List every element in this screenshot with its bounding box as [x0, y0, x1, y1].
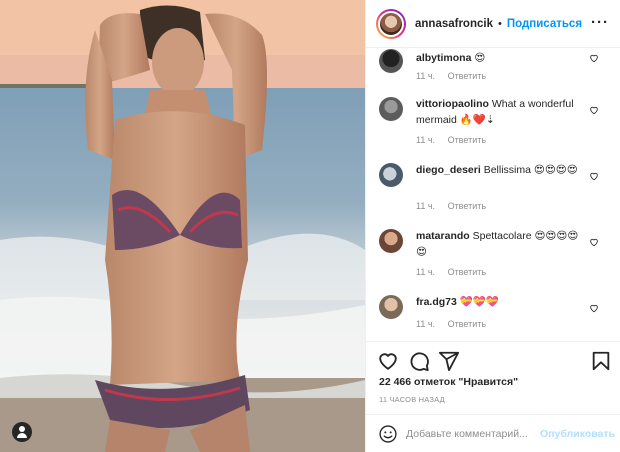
commenter-username[interactable]: matarando [416, 230, 470, 242]
post-header: annasafroncik • Подписаться ··· [366, 0, 620, 48]
bookmark-icon[interactable] [590, 350, 612, 372]
comment-message: 💝💝💝 [459, 296, 500, 308]
comment-text: albytimona 😍 [416, 50, 588, 66]
comment-like-heart-icon[interactable] [589, 171, 599, 181]
comment-meta: 11 ч. Ответить [416, 71, 496, 81]
send-icon[interactable] [438, 350, 460, 372]
comment-text: vittoriopaolino What a wonderful mermaid… [416, 96, 588, 128]
comment-time: 11 ч. [416, 267, 436, 277]
post-side-panel: annasafroncik • Подписаться ··· albytimo… [365, 0, 620, 452]
commenter-avatar[interactable] [379, 163, 403, 187]
post-timestamp: 11 ЧАСОВ НАЗАД [379, 395, 445, 404]
more-options-icon[interactable]: ··· [591, 14, 609, 31]
comment-meta: 11 ч. Ответить [416, 267, 496, 277]
comment-like-heart-icon[interactable] [589, 53, 599, 63]
separator-dot: • [497, 17, 502, 30]
likes-count[interactable]: 22 466 отметок "Нравится" [379, 376, 518, 388]
comment-text: matarando Spettacolare 😍😍😍😍😍 [416, 228, 588, 260]
follow-button[interactable]: Подписаться [507, 18, 582, 30]
comment-time: 11 ч. [416, 319, 436, 329]
comment-time: 11 ч. [416, 201, 436, 211]
post-actions-bar [366, 341, 620, 379]
post-photo[interactable] [0, 0, 365, 452]
heart-icon[interactable] [377, 350, 399, 372]
comment-time: 11 ч. [416, 135, 436, 145]
comment-time: 11 ч. [416, 71, 436, 81]
user-tag-icon[interactable] [12, 422, 32, 442]
comment-message: 😍 [474, 52, 486, 64]
commenter-avatar[interactable] [379, 97, 403, 121]
reply-button[interactable]: Ответить [448, 135, 486, 145]
comment-text: fra.dg73 💝💝💝 [416, 294, 588, 310]
comment-message: Bellissima 😍😍😍😍 [483, 164, 578, 176]
publish-button[interactable]: Опубликовать [540, 428, 615, 440]
commenter-avatar[interactable] [379, 295, 403, 319]
reply-button[interactable]: Ответить [448, 319, 486, 329]
comment-meta: 11 ч. Ответить [416, 319, 496, 329]
comment-icon[interactable] [408, 350, 430, 372]
comment-input[interactable] [406, 427, 536, 440]
beach-scene-illustration [0, 0, 365, 452]
reply-button[interactable]: Ответить [448, 267, 486, 277]
commenter-username[interactable]: vittoriopaolino [416, 98, 489, 110]
reply-button[interactable]: Ответить [448, 201, 486, 211]
comments-list[interactable]: albytimona 😍 11 ч. Ответить vittoriopaol… [366, 49, 620, 341]
comment-text: diego_deseri Bellissima 😍😍😍😍 [416, 162, 588, 178]
commenter-username[interactable]: fra.dg73 [416, 296, 457, 308]
smile-icon[interactable] [378, 424, 398, 444]
comment-like-heart-icon[interactable] [589, 237, 599, 247]
commenter-username[interactable]: diego_deseri [416, 164, 481, 176]
reply-button[interactable]: Ответить [448, 71, 486, 81]
commenter-avatar[interactable] [379, 49, 403, 73]
comment-like-heart-icon[interactable] [589, 105, 599, 115]
author-username[interactable]: annasafroncik [415, 18, 493, 30]
commenter-username[interactable]: albytimona [416, 52, 471, 64]
author-avatar[interactable] [376, 8, 406, 39]
commenter-avatar[interactable] [379, 229, 403, 253]
comment-meta: 11 ч. Ответить [416, 201, 496, 211]
comment-like-heart-icon[interactable] [589, 303, 599, 313]
comment-meta: 11 ч. Ответить [416, 135, 496, 145]
add-comment-bar: Опубликовать [366, 414, 620, 452]
